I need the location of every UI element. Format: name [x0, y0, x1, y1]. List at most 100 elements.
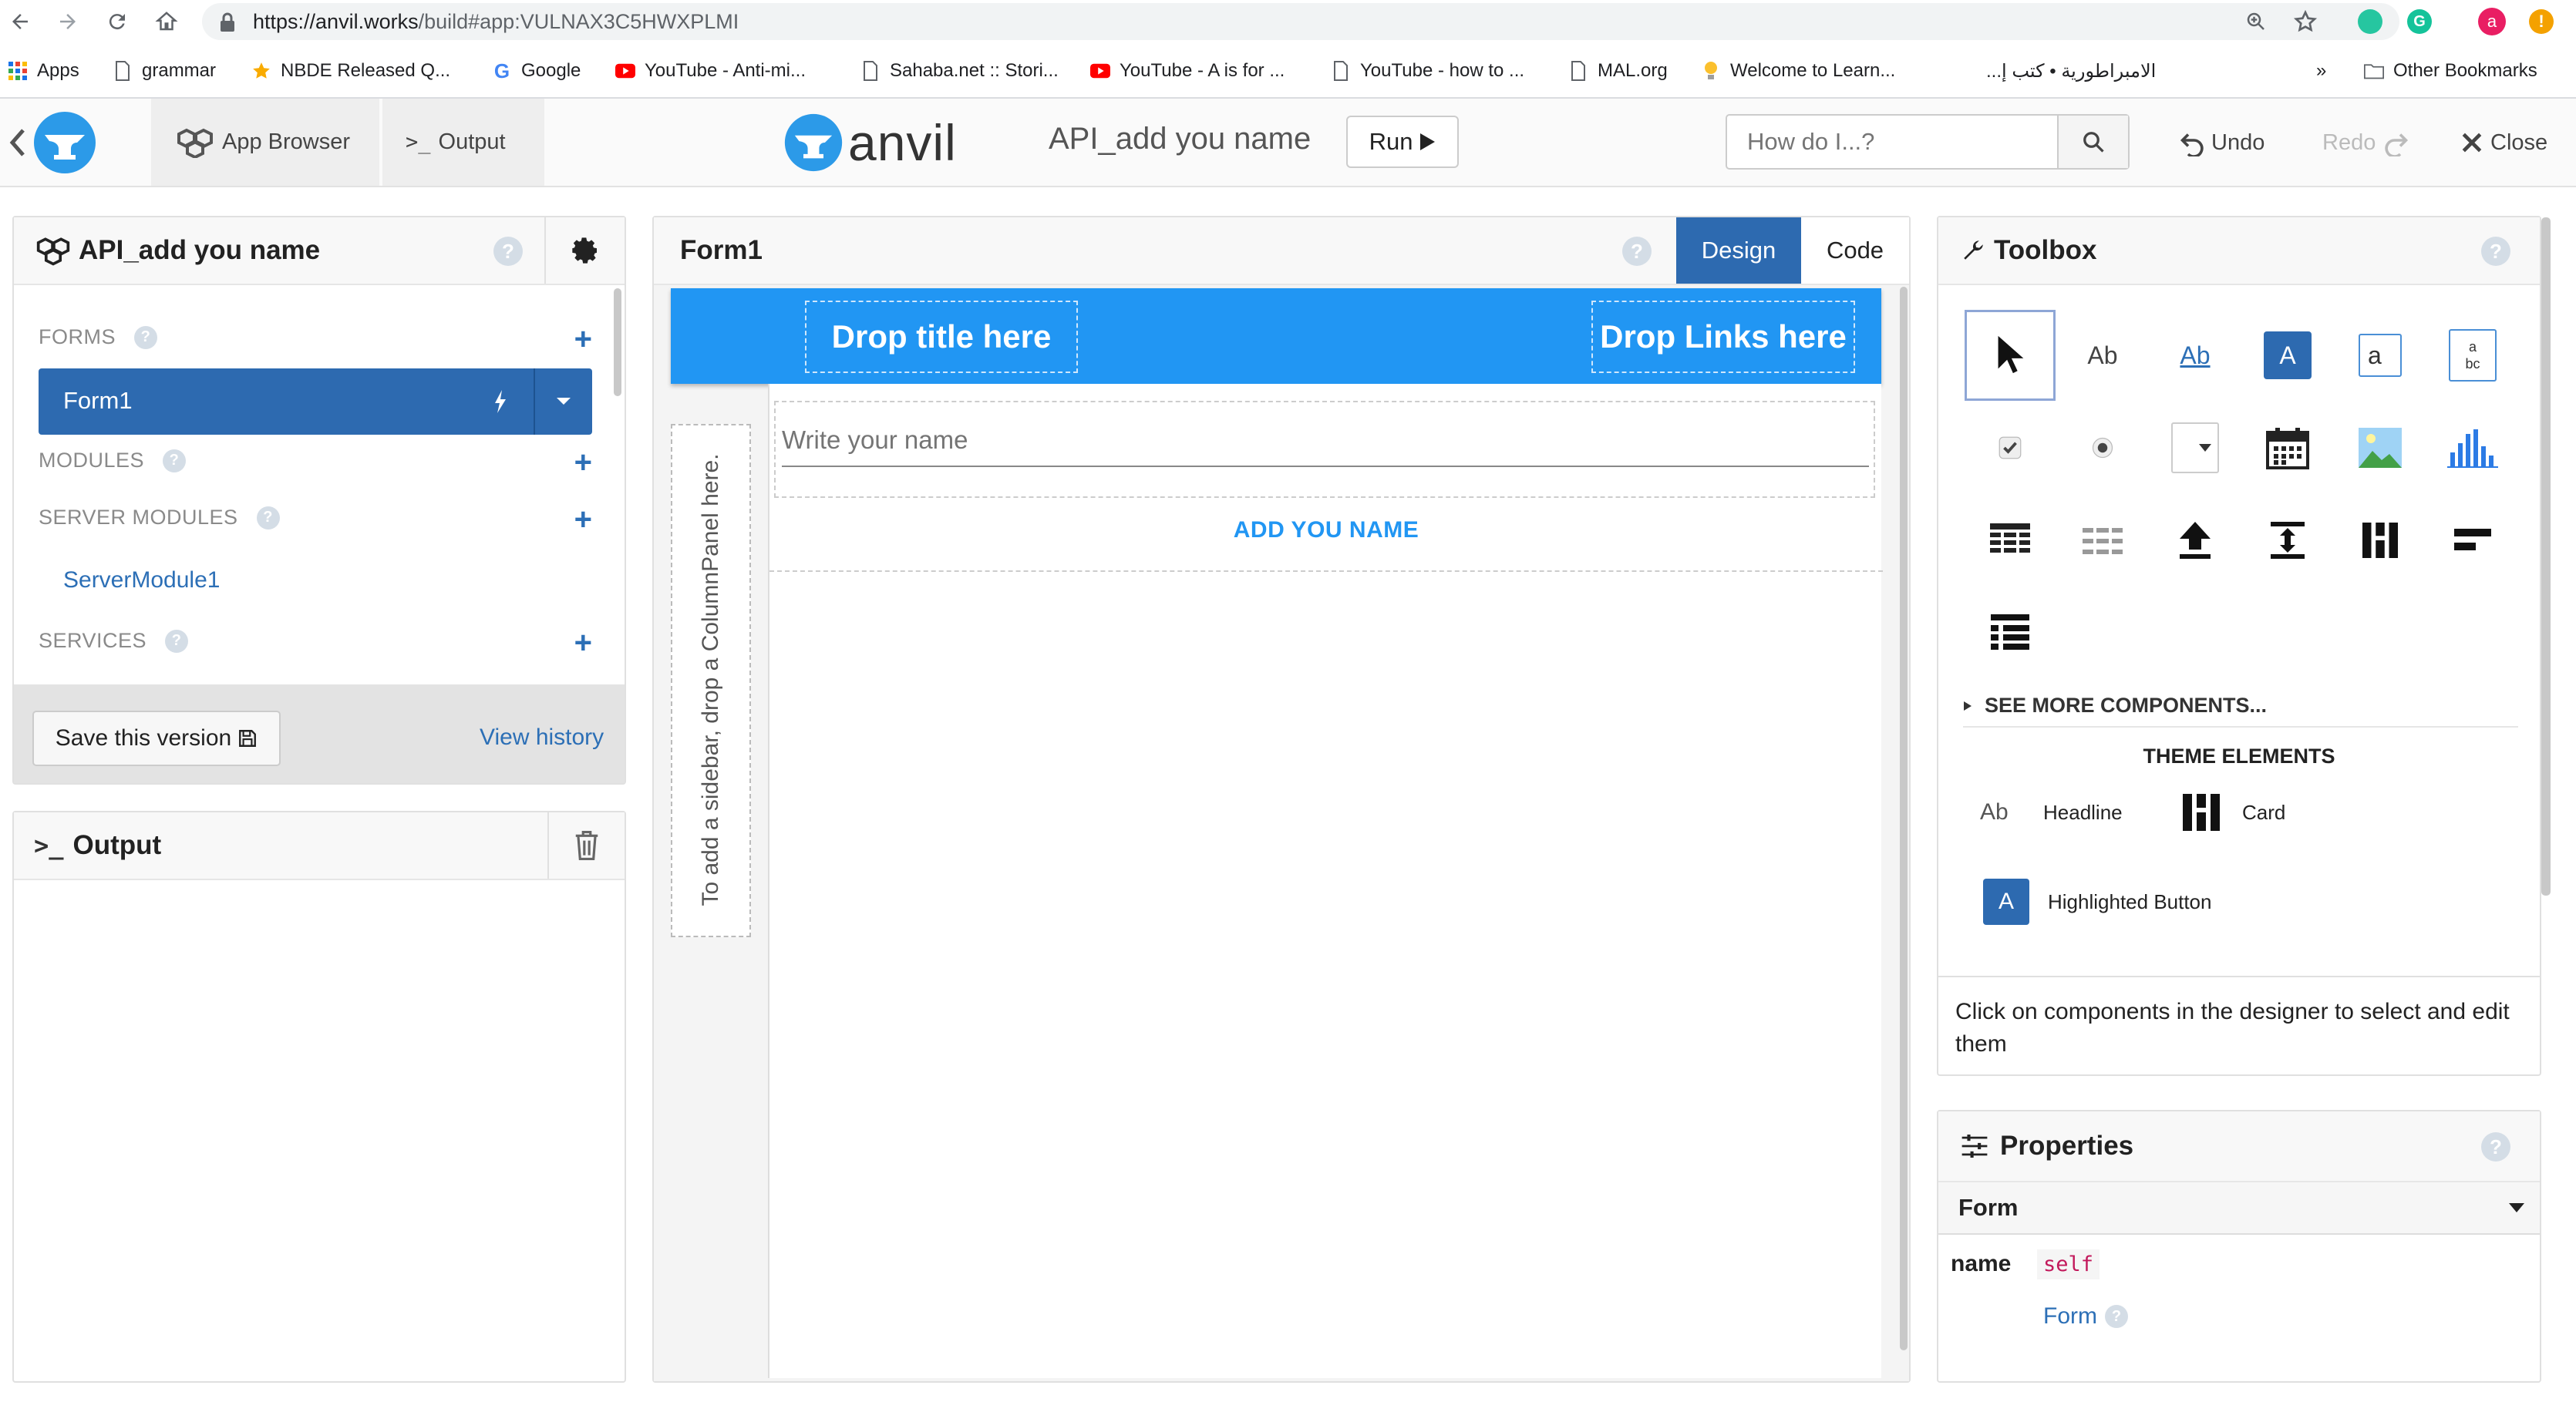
bulb-icon	[1701, 61, 1721, 81]
add-module-button[interactable]: +	[574, 447, 592, 478]
server-module-item[interactable]: ServerModule1	[63, 567, 220, 593]
flow-panel-tool[interactable]	[2427, 495, 2518, 586]
bookmark-arabic[interactable]: الامبراطورية • كتب إ...	[1986, 54, 2156, 88]
sidebar-drop-zone[interactable]: To add a sidebar, drop a ColumnPanel her…	[671, 424, 751, 937]
redo-button[interactable]: Redo	[2322, 123, 2409, 162]
bookmark-youtube-howto[interactable]: YouTube - how to ...	[1331, 54, 1524, 88]
grammarly-icon[interactable]: G	[2404, 6, 2435, 37]
sidebar-hint: To add a sidebar, drop a ColumnPanel her…	[698, 453, 723, 906]
code-tab[interactable]: Code	[1801, 217, 1909, 284]
file-loader-tool[interactable]	[2150, 495, 2241, 586]
clear-output-button[interactable]	[547, 812, 625, 879]
profile-avatar[interactable]: a	[2477, 6, 2507, 37]
column-panel-tool[interactable]	[2335, 495, 2426, 586]
chevron-down-icon[interactable]	[555, 396, 572, 407]
bookmark-learn[interactable]: Welcome to Learn...	[1701, 54, 1895, 88]
help-icon[interactable]: ?	[2481, 237, 2510, 266]
back-to-apps-button[interactable]	[8, 109, 146, 176]
content-column-panel[interactable]: ADD YOU NAME	[769, 384, 1883, 572]
help-icon[interactable]: ?	[2105, 1305, 2128, 1328]
bookmark-youtube-a[interactable]: YouTube - A is for ...	[1090, 54, 1285, 88]
bookmark-mal[interactable]: MAL.org	[1568, 54, 1668, 88]
zoom-icon[interactable]	[2241, 6, 2271, 37]
bookmark-grammar[interactable]: grammar	[113, 54, 216, 88]
name-textbox[interactable]	[782, 415, 1869, 467]
profile-initial: a	[2478, 8, 2506, 35]
see-more-components[interactable]: SEE MORE COMPONENTS...	[1963, 694, 2267, 718]
home-icon[interactable]	[151, 6, 182, 37]
textarea-tool[interactable]: a bc	[2427, 310, 2518, 401]
data-grid-tool[interactable]	[1965, 495, 2056, 586]
plot-tool[interactable]	[2427, 402, 2518, 493]
help-icon[interactable]: ?	[1622, 237, 1652, 266]
help-icon[interactable]: ?	[165, 629, 189, 653]
reload-icon[interactable]	[102, 6, 133, 37]
link-tool[interactable]: Ab	[2150, 310, 2241, 401]
undo-button[interactable]: Undo	[2179, 123, 2265, 162]
forward-icon[interactable]	[52, 6, 83, 37]
form-item-form1[interactable]: Form1	[39, 368, 592, 435]
theme-highlighted-button[interactable]: A Highlighted Button	[1983, 877, 2291, 926]
settings-button[interactable]	[544, 217, 625, 284]
bookmark-sahaba[interactable]: Sahaba.net :: Stori...	[860, 54, 1059, 88]
app-browser-tab[interactable]: App Browser	[151, 99, 379, 186]
canvas-scrollbar[interactable]	[1900, 287, 1908, 1350]
output-tab[interactable]: >_ Output	[382, 99, 544, 186]
startup-bolt-icon[interactable]	[493, 390, 507, 413]
help-icon[interactable]: ?	[493, 237, 523, 266]
bookmark-star-icon[interactable]	[2290, 6, 2321, 37]
bookmark-apps[interactable]: Apps	[8, 54, 79, 88]
checkbox-tool[interactable]	[1965, 402, 2056, 493]
drop-links-slot[interactable]: Drop Links here	[1591, 301, 1855, 373]
repeating-panel-tool[interactable]	[2057, 495, 2148, 586]
bookmark-label: NBDE Released Q...	[281, 60, 451, 81]
label-tool[interactable]: Ab	[2057, 310, 2148, 401]
help-icon[interactable]: ?	[134, 325, 157, 349]
add-name-button[interactable]: ADD YOU NAME	[769, 507, 1883, 553]
close-button[interactable]: Close	[2460, 123, 2547, 162]
bookmark-nbde[interactable]: NBDE Released Q...	[251, 54, 450, 88]
other-bookmarks[interactable]: Other Bookmarks	[2364, 54, 2537, 88]
button-tool[interactable]: A	[2242, 310, 2333, 401]
radio-tool[interactable]	[2057, 402, 2148, 493]
folder-icon	[2364, 61, 2384, 81]
form-type-link[interactable]: Form	[2043, 1303, 2097, 1330]
app-name-title[interactable]: API_add you name	[1049, 122, 1311, 156]
app-panel: API_add you name ? FORMS? + Form1 MODULE…	[12, 216, 626, 785]
bookmark-youtube-antimi[interactable]: YouTube - Anti-mi...	[615, 54, 806, 88]
bookmarks-overflow[interactable]: »	[2316, 54, 2326, 88]
image-tool[interactable]	[2335, 402, 2426, 493]
toolbox-scrollbar[interactable]	[2541, 217, 2551, 896]
add-server-module-button[interactable]: +	[574, 504, 592, 535]
datepicker-tool[interactable]	[2242, 402, 2333, 493]
theme-card[interactable]: Card	[2182, 791, 2413, 834]
url-text[interactable]: https://anvil.works/build#app:VULNAX3C5H…	[253, 8, 739, 35]
spacer-tool[interactable]	[2242, 495, 2333, 586]
save-version-button[interactable]: Save this version	[32, 711, 281, 766]
bookmark-google[interactable]: G Google	[492, 54, 581, 88]
dropdown-tool[interactable]	[2150, 402, 2241, 493]
calendar-icon	[2266, 428, 2309, 469]
help-search-input[interactable]	[1727, 116, 2057, 168]
search-button[interactable]	[2057, 116, 2128, 168]
help-icon[interactable]: ?	[2481, 1132, 2510, 1162]
pointer-tool[interactable]	[1965, 310, 2056, 401]
property-name-value[interactable]: self	[2037, 1249, 2100, 1279]
help-icon[interactable]: ?	[256, 506, 280, 530]
bookmark-label: YouTube - A is for ...	[1120, 60, 1285, 81]
linear-panel-tool[interactable]	[1965, 587, 2056, 678]
panel-scrollbar[interactable]	[614, 288, 621, 396]
textbox-tool[interactable]: a	[2335, 310, 2426, 401]
view-history-link[interactable]: View history	[480, 725, 604, 751]
help-icon[interactable]: ?	[163, 449, 187, 472]
extension-teal-icon[interactable]	[2355, 6, 2386, 37]
add-service-button[interactable]: +	[574, 627, 592, 658]
update-alert-icon[interactable]: !	[2526, 6, 2557, 37]
properties-section-form[interactable]: Form	[1938, 1182, 2540, 1235]
design-tab[interactable]: Design	[1676, 217, 1801, 284]
drop-title-slot[interactable]: Drop title here	[805, 301, 1078, 373]
run-button[interactable]: Run	[1346, 116, 1459, 168]
output-panel-header: >_ Output	[14, 812, 625, 880]
back-icon[interactable]	[5, 6, 35, 37]
add-form-button[interactable]: +	[574, 324, 592, 355]
